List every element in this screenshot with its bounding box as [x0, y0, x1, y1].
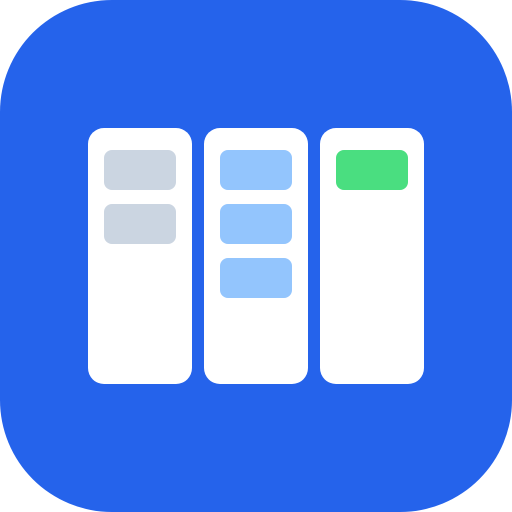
board-column-2 — [204, 128, 308, 384]
board-column-3 — [320, 128, 424, 384]
kanban-board-icon — [0, 0, 512, 512]
board-card — [104, 204, 176, 244]
board-card — [220, 258, 292, 298]
board-column-1 — [88, 128, 192, 384]
board-card — [220, 150, 292, 190]
board-card — [336, 150, 408, 190]
board-card — [220, 204, 292, 244]
board-card — [104, 150, 176, 190]
board — [88, 128, 424, 384]
